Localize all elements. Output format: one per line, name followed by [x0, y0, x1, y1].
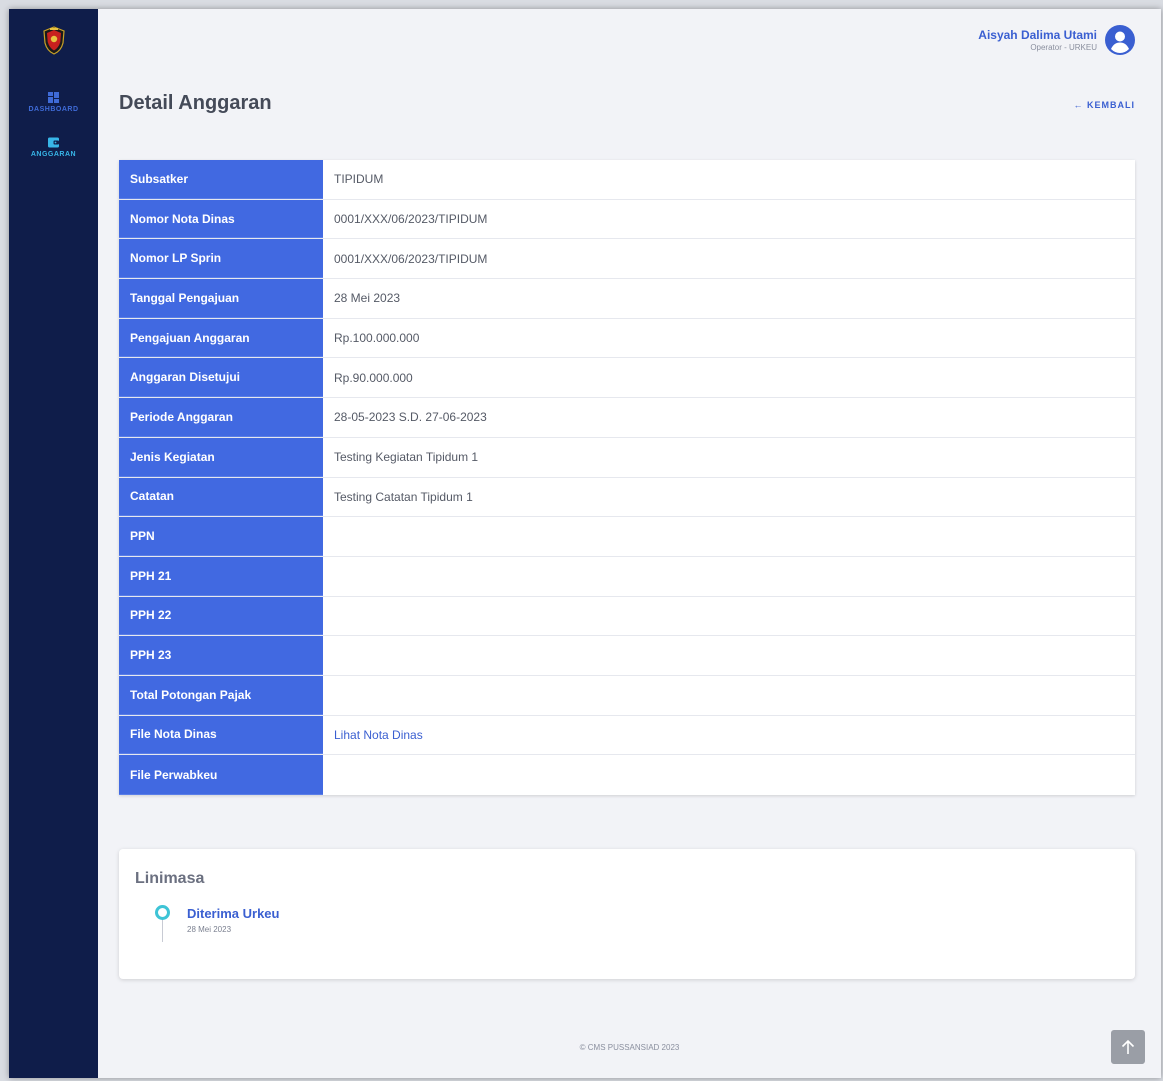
- detail-label: File Nota Dinas: [119, 715, 323, 755]
- detail-label: PPH 22: [119, 596, 323, 636]
- detail-label: Catatan: [119, 477, 323, 517]
- user-role: Operator - URKEU: [1030, 43, 1097, 52]
- detail-label: Nomor Nota Dinas: [119, 199, 323, 239]
- detail-label: PPN: [119, 517, 323, 556]
- detail-label: Anggaran Disetujui: [119, 358, 323, 398]
- detail-value: [323, 755, 1135, 795]
- page-title: Detail Anggaran: [119, 92, 272, 114]
- detail-row: File Perwabkeu: [119, 755, 1135, 795]
- detail-label: Tanggal Pengajuan: [119, 279, 323, 318]
- detail-value: Rp.90.000.000: [334, 370, 413, 385]
- detail-label: Periode Anggaran: [119, 398, 323, 437]
- detail-label: File Perwabkeu: [119, 755, 323, 795]
- detail-row: Anggaran Disetujui Rp.90.000.000: [119, 358, 1135, 399]
- detail-label: Pengajuan Anggaran: [119, 318, 323, 358]
- detail-label: Nomor LP Sprin: [119, 239, 323, 279]
- detail-value: 0001/XXX/06/2023/TIPIDUM: [334, 251, 488, 266]
- grid-icon: [48, 92, 59, 103]
- timeline-title: Linimasa: [135, 870, 205, 887]
- detail-row: Periode Anggaran 28-05-2023 S.D. 27-06-2…: [119, 398, 1135, 438]
- view-nota-dinas-link[interactable]: Lihat Nota Dinas: [323, 716, 1135, 755]
- detail-value: 0001/XXX/06/2023/TIPIDUM: [334, 212, 488, 227]
- scroll-to-top-button[interactable]: [1111, 1030, 1145, 1064]
- user-avatar-icon[interactable]: [1105, 25, 1135, 55]
- timeline-item-date: 28 Mei 2023: [187, 925, 232, 934]
- detail-value: 28-05-2023 S.D. 27-06-2023: [334, 410, 487, 425]
- detail-label: Total Potongan Pajak: [119, 675, 323, 715]
- detail-row: PPH 21: [119, 556, 1135, 597]
- detail-row: Nomor LP Sprin 0001/XXX/06/2023/TIPIDUM: [119, 239, 1135, 280]
- police-emblem-logo: [43, 26, 65, 55]
- detail-value: Testing Kegiatan Tipidum 1: [334, 450, 479, 465]
- detail-row: Total Potongan Pajak: [119, 675, 1135, 716]
- timeline-item-title: Diterima Urkeu: [187, 906, 280, 921]
- detail-label: PPH 21: [119, 556, 323, 596]
- detail-value: [323, 517, 1135, 556]
- detail-value: [323, 676, 1135, 715]
- detail-label: Jenis Kegiatan: [119, 437, 323, 477]
- detail-row: Jenis Kegiatan Testing Kegiatan Tipidum …: [119, 437, 1135, 478]
- sidebar-item-dashboard[interactable]: DASHBOARD: [9, 92, 98, 113]
- detail-row: Tanggal Pengajuan 28 Mei 2023: [119, 279, 1135, 319]
- detail-label: Subsatker: [119, 160, 323, 199]
- wallet-icon: [48, 137, 59, 148]
- user-menu[interactable]: Aisyah Dalima Utami Operator - URKEU: [978, 25, 1135, 55]
- detail-value: [323, 636, 1135, 675]
- detail-value: [323, 597, 1135, 636]
- sidebar-item-anggaran[interactable]: ANGGARAN: [9, 137, 98, 158]
- detail-row: PPH 23: [119, 636, 1135, 676]
- detail-value: [323, 557, 1135, 596]
- main-content: Aisyah Dalima Utami Operator - URKEU Det…: [98, 9, 1161, 1078]
- detail-value: TIPIDUM: [334, 172, 384, 187]
- detail-row: Subsatker TIPIDUM: [119, 160, 1135, 200]
- detail-row: Pengajuan Anggaran Rp.100.000.000: [119, 318, 1135, 359]
- detail-value: Testing Catatan Tipidum 1: [334, 489, 473, 504]
- timeline-card: Linimasa Diterima Urkeu 28 Mei 2023: [119, 849, 1135, 979]
- detail-row: PPN: [119, 517, 1135, 557]
- sidebar-item-label: ANGGARAN: [30, 151, 77, 158]
- detail-table: Subsatker TIPIDUM Nomor Nota Dinas 0001/…: [119, 160, 1135, 795]
- user-info: Aisyah Dalima Utami Operator - URKEU: [978, 28, 1097, 52]
- detail-value: Rp.100.000.000: [334, 331, 420, 346]
- detail-value: 28 Mei 2023: [334, 291, 401, 306]
- detail-row: Catatan Testing Catatan Tipidum 1: [119, 477, 1135, 518]
- arrow-up-icon: [1121, 1039, 1135, 1054]
- detail-row: Nomor Nota Dinas 0001/XXX/06/2023/TIPIDU…: [119, 199, 1135, 240]
- sidebar: DASHBOARD ANGGARAN: [9, 9, 98, 1078]
- detail-row: File Nota Dinas Lihat Nota Dinas: [119, 715, 1135, 756]
- detail-row: PPH 22: [119, 596, 1135, 637]
- user-name: Aisyah Dalima Utami: [978, 28, 1097, 42]
- footer: © CMS PUSSANSIAD 2023: [579, 1043, 680, 1052]
- sidebar-item-label: DASHBOARD: [28, 106, 79, 113]
- back-button[interactable]: ← KEMBALI: [1074, 100, 1136, 110]
- detail-label: PPH 23: [119, 636, 323, 675]
- app-window: DASHBOARD ANGGARAN Aisyah Dalima Utami O…: [9, 9, 1161, 1078]
- timeline-dot-icon: [155, 905, 170, 920]
